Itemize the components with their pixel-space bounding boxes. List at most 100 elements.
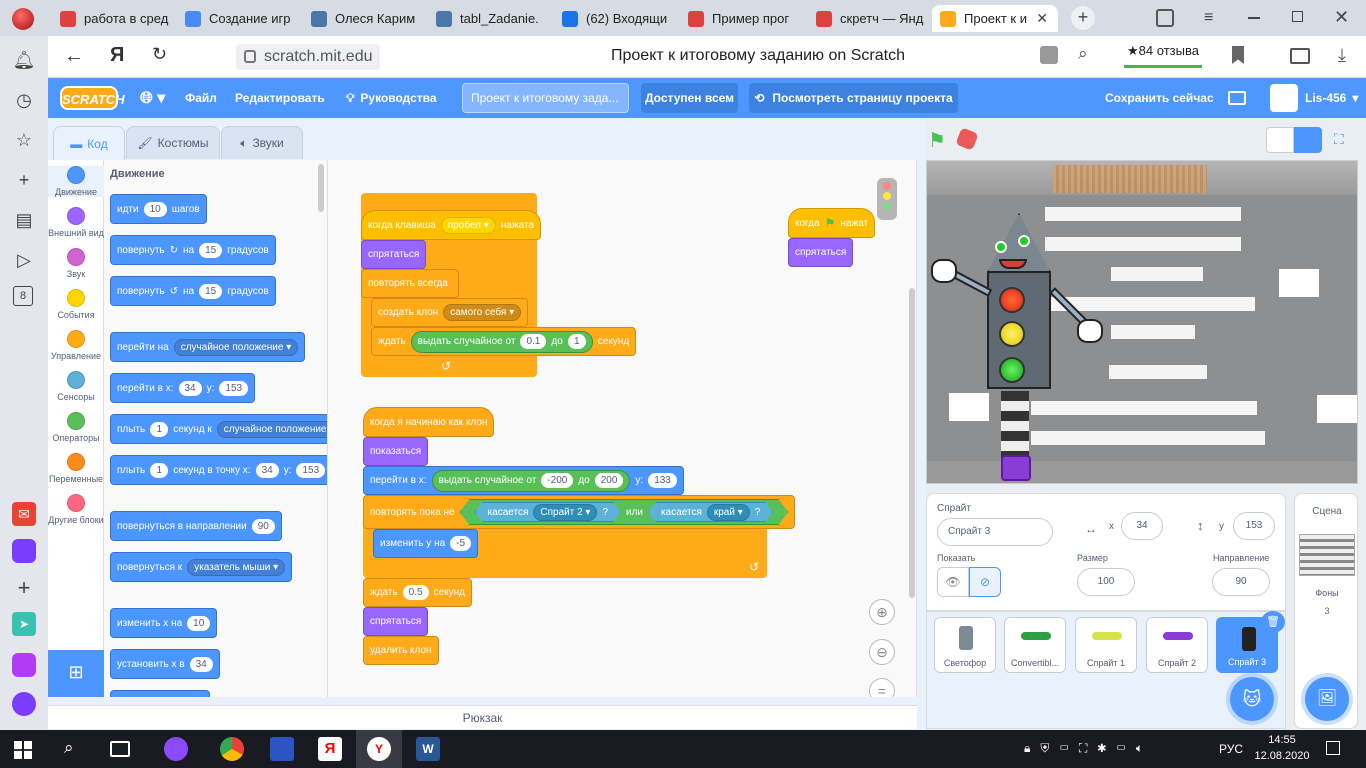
block-input[interactable]: 10 xyxy=(187,615,211,631)
collections-icon[interactable]: ▤ xyxy=(12,208,36,232)
block-input[interactable]: 15 xyxy=(199,242,223,258)
block-repeat-until[interactable]: повторять пока не касается Спрайт 2 ▾? или к… xyxy=(363,495,796,529)
project-title-input[interactable]: Проект к итоговому зада... xyxy=(462,83,629,113)
block-turn-left[interactable]: повернуть ↺ на 15 градусов xyxy=(110,276,276,306)
block-partial[interactable] xyxy=(110,690,210,697)
block-forever[interactable]: повторять всегда xyxy=(361,269,459,298)
block-change-x[interactable]: изменить x на 10 xyxy=(110,608,218,638)
bell-icon[interactable]: 🔔︎ xyxy=(12,48,36,72)
clock-time[interactable]: 14:55 xyxy=(1252,734,1312,746)
block-move-steps[interactable]: идти 10 шагов xyxy=(110,194,207,224)
yandex-taskbar-icon[interactable]: Я xyxy=(318,737,342,761)
browser-tab[interactable]: работа в сред xyxy=(52,5,174,32)
block-input[interactable]: 90 xyxy=(251,518,275,534)
backpack[interactable]: Рюкзак xyxy=(48,705,917,729)
category-item[interactable]: Управление xyxy=(48,330,104,361)
stage[interactable] xyxy=(926,160,1358,484)
send-icon[interactable]: ➤ xyxy=(12,612,36,636)
close-tab-icon[interactable]: ✕ xyxy=(1036,10,1048,27)
block-hide[interactable]: спрятаться xyxy=(363,607,429,636)
add-icon[interactable]: + xyxy=(12,168,36,192)
block-input[interactable]: 153 xyxy=(296,462,326,478)
block-glide-xy[interactable]: плыть 1 секунд в точку x: 34 y: 153 xyxy=(110,455,327,485)
messenger-icon[interactable] xyxy=(12,539,36,563)
block-show[interactable]: показаться xyxy=(363,437,429,466)
add-panel-icon[interactable]: + xyxy=(12,575,36,600)
category-item[interactable]: События xyxy=(48,289,104,320)
block-input[interactable]: 34 xyxy=(255,462,279,478)
block-or[interactable]: касается Спрайт 2 ▾? или касается край ▾? xyxy=(460,499,789,525)
show-hidden-button[interactable]: ⊘ xyxy=(969,567,1001,597)
block-turn-right[interactable]: повернуть ↻ на 15 градусов xyxy=(110,235,276,265)
block-input[interactable]: 1 xyxy=(150,421,169,437)
block-input[interactable]: 10 xyxy=(143,201,167,217)
block-wait[interactable]: ждать выдать случайное от 0.1 до 1 секунд xyxy=(371,327,637,356)
show-visible-button[interactable]: 👁︎ xyxy=(937,567,969,597)
reviews-badge[interactable]: ★84 отзыва xyxy=(1124,42,1202,68)
badge-8-icon[interactable]: 8 xyxy=(13,286,33,306)
browser-tab[interactable]: (62) Входящи xyxy=(554,5,676,32)
block-dropdown[interactable]: самого себя ▾ xyxy=(443,304,522,321)
block-input[interactable]: 34 xyxy=(189,656,213,672)
save-now-button[interactable]: Сохранить сейчас xyxy=(1105,78,1214,118)
block-set-x[interactable]: установить x в 34 xyxy=(110,649,220,679)
start-icon[interactable] xyxy=(14,741,32,759)
block-dropdown[interactable]: случайное положение xyxy=(216,420,327,438)
chrome-icon[interactable] xyxy=(220,737,244,761)
trash-icon[interactable]: 🗑︎ xyxy=(1261,611,1285,633)
scratch-logo[interactable]: SCRATCH xyxy=(60,86,125,110)
small-stage-button[interactable] xyxy=(1266,127,1294,153)
normal-stage-button[interactable] xyxy=(1294,127,1322,153)
block-dropdown[interactable]: Спрайт 2 ▾ xyxy=(533,504,597,521)
zoom-in-button[interactable]: ⊕ xyxy=(869,599,895,625)
block-change-y[interactable]: изменить y на -5 xyxy=(373,529,479,558)
browser-tab[interactable]: tabl_Zadanie. xyxy=(428,5,550,32)
clock-date[interactable]: 12.08.2020 xyxy=(1248,750,1316,762)
menu-file[interactable]: Файл xyxy=(185,78,217,118)
new-tab-button[interactable]: + xyxy=(1071,6,1095,30)
block-touching[interactable]: касается край ▾? xyxy=(648,502,773,522)
block-random[interactable]: выдать случайное от -200 до 200 xyxy=(431,469,631,492)
block-input[interactable]: -5 xyxy=(450,536,472,551)
block-delete-clone[interactable]: удалить клон xyxy=(363,636,439,665)
block-input[interactable]: 15 xyxy=(199,283,223,299)
browser-tab[interactable]: Пример прог xyxy=(680,5,802,32)
block-dropdown[interactable]: край ▾ xyxy=(707,504,750,521)
block-glide[interactable]: плыть 1 секунд к случайное положение xyxy=(110,414,327,444)
sprite-thumbnail[interactable]: Convertibl... xyxy=(1004,617,1066,673)
block-input[interactable]: 34 xyxy=(178,380,202,396)
block-touching[interactable]: касается Спрайт 2 ▾? xyxy=(475,502,621,522)
save-app-icon[interactable] xyxy=(270,737,294,761)
back-icon[interactable]: ← xyxy=(64,45,84,68)
block-dropdown[interactable]: пробел ▾ xyxy=(440,216,496,234)
category-item[interactable]: Звук xyxy=(48,248,104,279)
tray-icons[interactable]: 🔒︎⛨︎▭⛶✱▭🔈︎ xyxy=(1024,741,1174,757)
block-dropdown[interactable]: случайное положение ▾ xyxy=(173,338,299,356)
menu-icon[interactable]: ≡ xyxy=(1204,9,1222,27)
sprite-thumbnail[interactable]: Спрайт 2 xyxy=(1146,617,1208,673)
zoom-reset-button[interactable]: = xyxy=(869,678,895,697)
url-field[interactable]: scratch.mit.edu xyxy=(236,44,381,70)
add-extension-button[interactable]: ⊞ xyxy=(48,650,104,697)
close-window-icon[interactable]: ✕ xyxy=(1334,7,1349,28)
play-icon[interactable]: ▷ xyxy=(12,248,36,272)
block-input[interactable]: 0.5 xyxy=(402,585,429,600)
sprite-name-input[interactable]: Спрайт 3 xyxy=(937,518,1053,546)
alice-taskbar-icon[interactable] xyxy=(164,737,188,761)
block-when-clone-start[interactable]: когда я начинаю как клон xyxy=(363,407,495,437)
browser-tab[interactable]: скретч — Янд xyxy=(808,5,930,32)
zoom-out-button[interactable]: ⊖ xyxy=(869,639,895,665)
category-item[interactable]: Внешний вид xyxy=(48,207,104,238)
tab-costumes[interactable]: 🖌︎ Костюмы xyxy=(126,126,220,159)
block-point-direction[interactable]: повернуться в направлении 90 xyxy=(110,511,282,541)
block-input[interactable]: 1 xyxy=(567,334,586,349)
stage-selector[interactable]: Сцена Фоны 3 🖼︎ xyxy=(1294,493,1358,729)
yandex-icon[interactable]: Я xyxy=(110,44,124,67)
add-backdrop-button[interactable]: 🖼︎ xyxy=(1305,677,1349,721)
category-item[interactable]: Движение xyxy=(48,166,104,197)
browser-tab[interactable]: Олеся Карим xyxy=(303,5,425,32)
tab-sounds[interactable]: 🔈︎ Звуки xyxy=(221,126,303,159)
yandex-browser-icon[interactable]: Y xyxy=(367,737,391,761)
reload-icon[interactable]: ↻ xyxy=(152,44,167,65)
task-view-icon[interactable] xyxy=(110,741,130,757)
